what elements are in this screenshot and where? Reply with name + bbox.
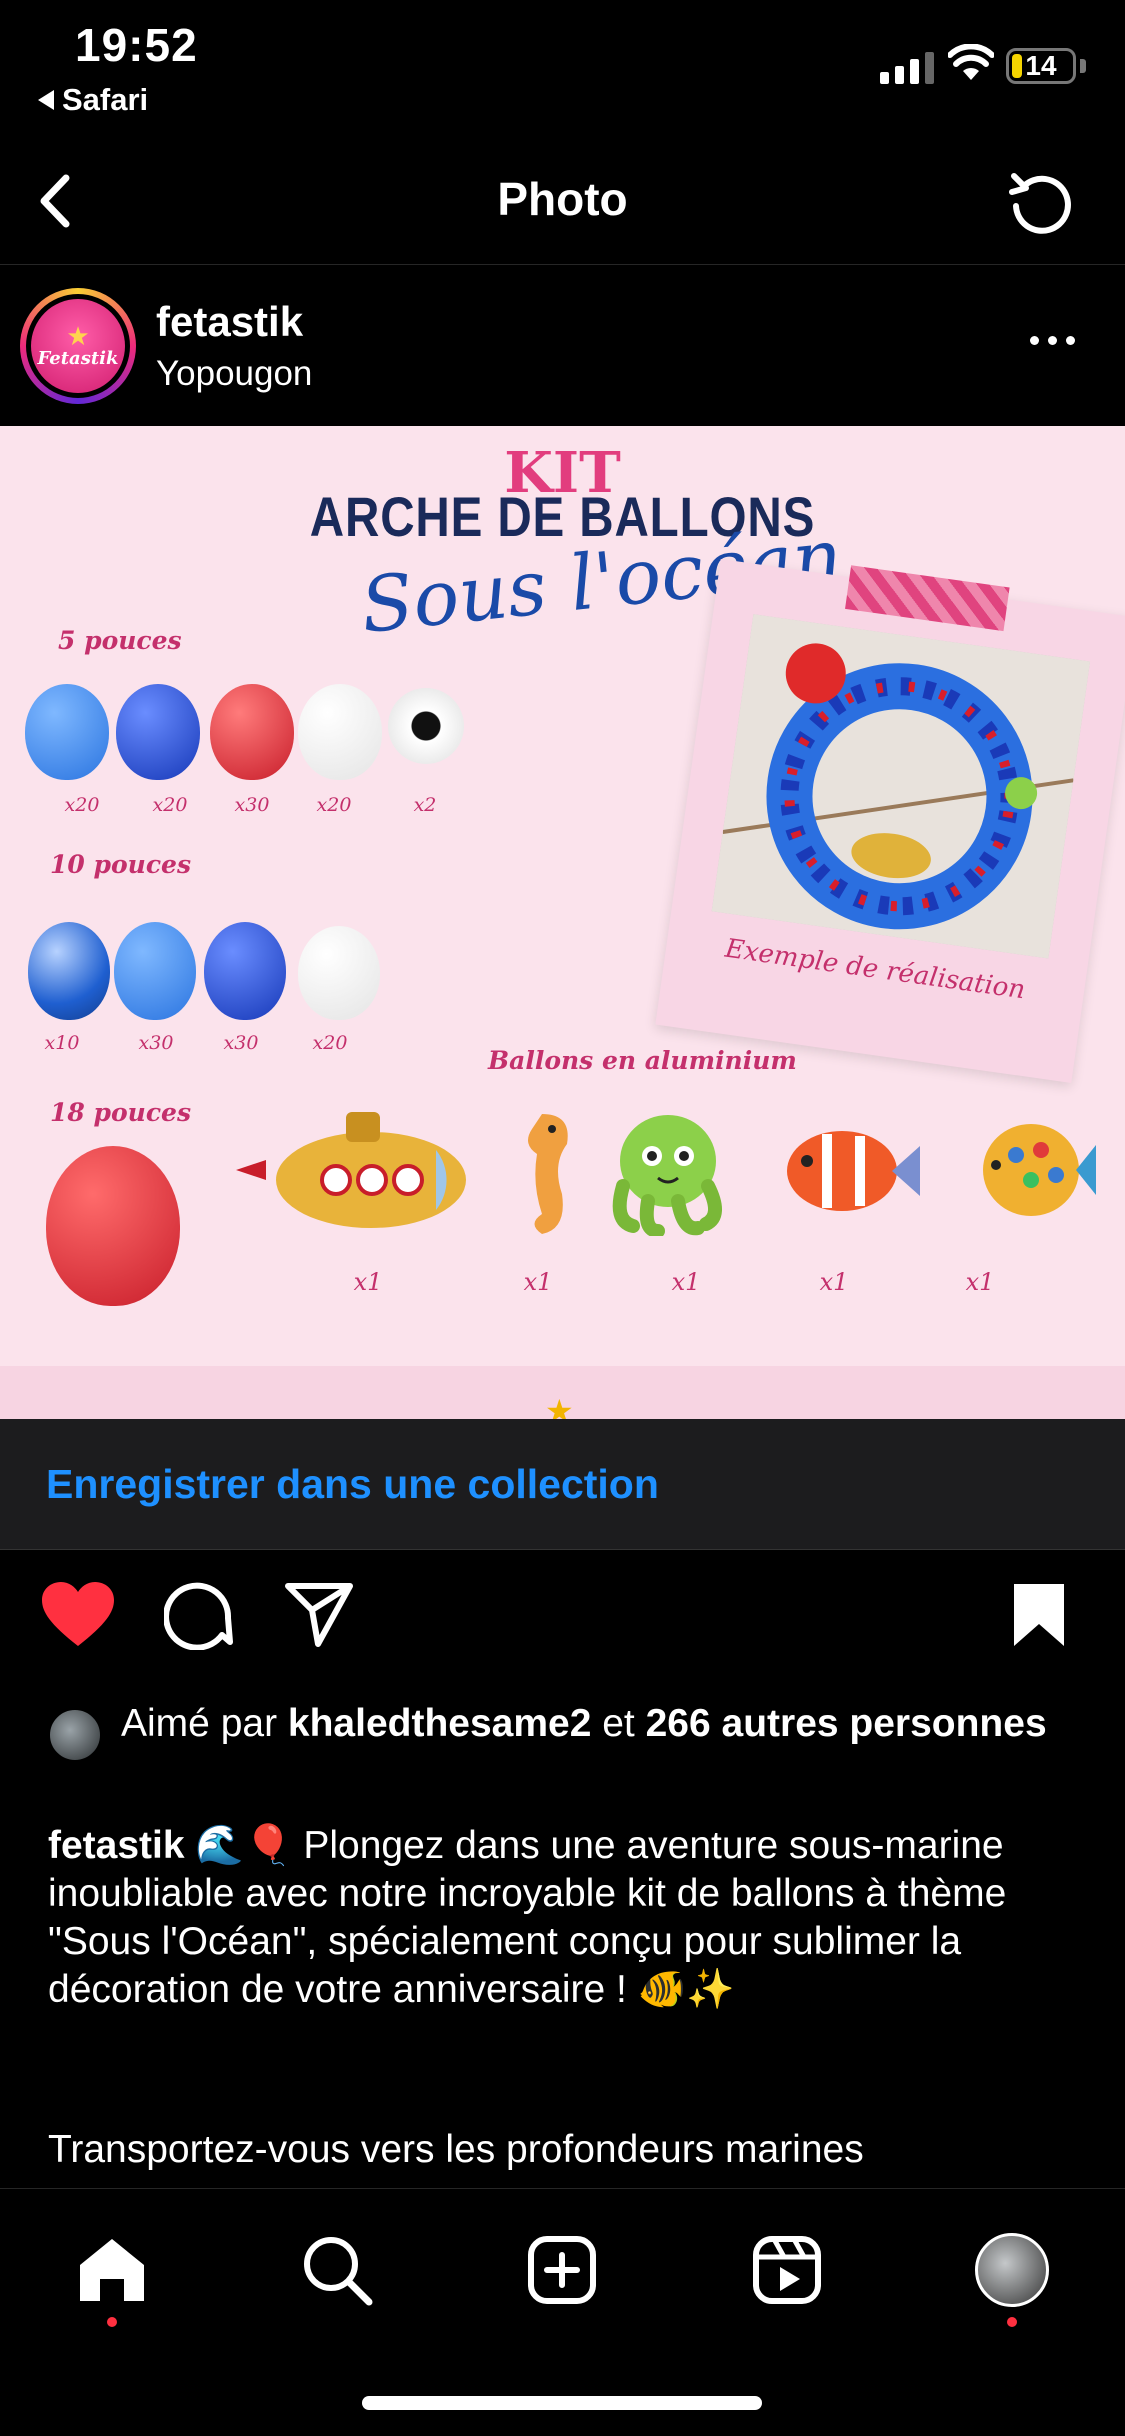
caption-line-2: Transportez-vous vers les profondeurs ma… [48, 2128, 864, 2171]
balloon [204, 922, 286, 1020]
tropical-fish-balloon [983, 1124, 1096, 1216]
example-photo-card: Exemple de réalisation [655, 559, 1125, 1083]
bookmark-icon[interactable] [1010, 1580, 1068, 1650]
send-icon[interactable] [284, 1580, 354, 1650]
qty-label: x1 [671, 1268, 701, 1296]
likes-summary[interactable]: Aimé par khaledthesame2 et 266 autres pe… [48, 1700, 1088, 1762]
save-to-collection-banner[interactable]: Enregistrer dans une collection [0, 1419, 1125, 1550]
post-image[interactable]: KIT ARCHE DE BALLONS Sous l'océan 5 pouc… [0, 426, 1125, 1419]
qty-label: x1 [819, 1268, 849, 1296]
clownfish-balloon [787, 1131, 920, 1211]
balloon [46, 1146, 180, 1306]
post-header: ★ Fetastik fetastik Yopougon [0, 266, 1125, 426]
tab-search[interactable] [292, 2225, 382, 2315]
qty-label: x30 [138, 1032, 174, 1054]
wifi-icon [948, 44, 994, 80]
size-label-5: 5 pouces [58, 626, 182, 655]
battery-icon: 14 [1006, 48, 1076, 84]
star-icon: ★ [545, 1393, 574, 1419]
save-to-collection-link[interactable]: Enregistrer dans une collection [46, 1461, 659, 1508]
post-caption: fetastik 🌊🎈 Plongez dans une aventure so… [48, 1822, 1088, 2014]
battery-level: 14 [1025, 50, 1057, 81]
qty-label: x1 [523, 1268, 553, 1296]
example-photo [711, 614, 1091, 959]
caption-emoji: 🌊🎈 [184, 1824, 304, 1867]
caption-username[interactable]: fetastik [48, 1824, 185, 1867]
star-icon: ★ [66, 320, 90, 351]
tab-profile[interactable] [967, 2225, 1057, 2327]
balloon [298, 684, 382, 780]
search-icon [304, 2237, 373, 2306]
balloon [28, 922, 110, 1020]
home-indicator [362, 2396, 762, 2410]
avatar[interactable]: ★ Fetastik [20, 288, 136, 404]
notification-dot [1007, 2317, 1017, 2327]
image-footer-strip: ★ [0, 1366, 1125, 1419]
qty-label: x20 [312, 1032, 348, 1054]
post-location[interactable]: Yopougon [156, 354, 312, 394]
likes-others[interactable]: 266 autres personnes [646, 1702, 1047, 1745]
likes-prefix: Aimé par [121, 1702, 288, 1745]
qty-label: x30 [223, 1032, 259, 1054]
qty-label: x20 [64, 794, 100, 816]
liker-avatar[interactable] [48, 1708, 102, 1762]
notification-dot [107, 2317, 117, 2327]
size-label-10: 10 pouces [50, 850, 192, 879]
avatar-logo-text: Fetastik [37, 347, 119, 369]
battery-tip [1080, 59, 1086, 73]
tab-home[interactable] [67, 2225, 157, 2327]
alu-label: Ballons en aluminium [488, 1046, 797, 1075]
page-title: Photo [497, 173, 628, 225]
post-actions [0, 1580, 1125, 1670]
qty-label: x20 [152, 794, 188, 816]
cellular-signal-icon [880, 50, 934, 84]
nav-header: Photo [0, 140, 1125, 265]
qty-label: x1 [965, 1268, 995, 1296]
post-username[interactable]: fetastik [156, 298, 303, 346]
profile-avatar [975, 2233, 1049, 2307]
comment-icon[interactable] [164, 1580, 234, 1650]
tape-decoration [845, 565, 1010, 632]
plus-square-icon [528, 2236, 596, 2304]
reels-icon [753, 2236, 821, 2304]
refresh-icon[interactable] [1002, 164, 1082, 244]
likes-middle: et [591, 1702, 646, 1745]
back-app-label: Safari [62, 82, 149, 117]
qty-label: x30 [234, 794, 270, 816]
qty-label: x20 [316, 794, 352, 816]
balloon [25, 684, 109, 780]
eye-balloon [388, 688, 464, 764]
balloon [114, 922, 196, 1020]
qty-label: x1 [353, 1268, 383, 1296]
tab-reels[interactable] [742, 2225, 832, 2315]
tab-create[interactable] [517, 2225, 607, 2315]
seahorse-balloon [528, 1114, 568, 1234]
submarine-balloon [236, 1112, 466, 1228]
likes-user[interactable]: khaledthesame2 [288, 1702, 592, 1745]
heart-icon[interactable] [40, 1580, 116, 1650]
status-time: 19:52 [75, 19, 198, 71]
status-bar: 19:52 Safari 14 [0, 0, 1125, 130]
qty-label: x2 [413, 794, 437, 816]
more-dots-icon[interactable] [1030, 336, 1075, 345]
octopus-balloon [612, 1115, 722, 1236]
balloon [298, 926, 380, 1020]
home-icon [80, 2239, 144, 2301]
likes-text: Aimé par khaledthesame2 et 266 autres pe… [121, 1700, 1088, 1748]
balloon [210, 684, 294, 780]
size-label-18: 18 pouces [50, 1098, 192, 1127]
back-triangle-icon [38, 90, 54, 110]
balloon [116, 684, 200, 780]
back-to-safari[interactable]: Safari [38, 82, 148, 118]
qty-label: x10 [44, 1032, 80, 1054]
